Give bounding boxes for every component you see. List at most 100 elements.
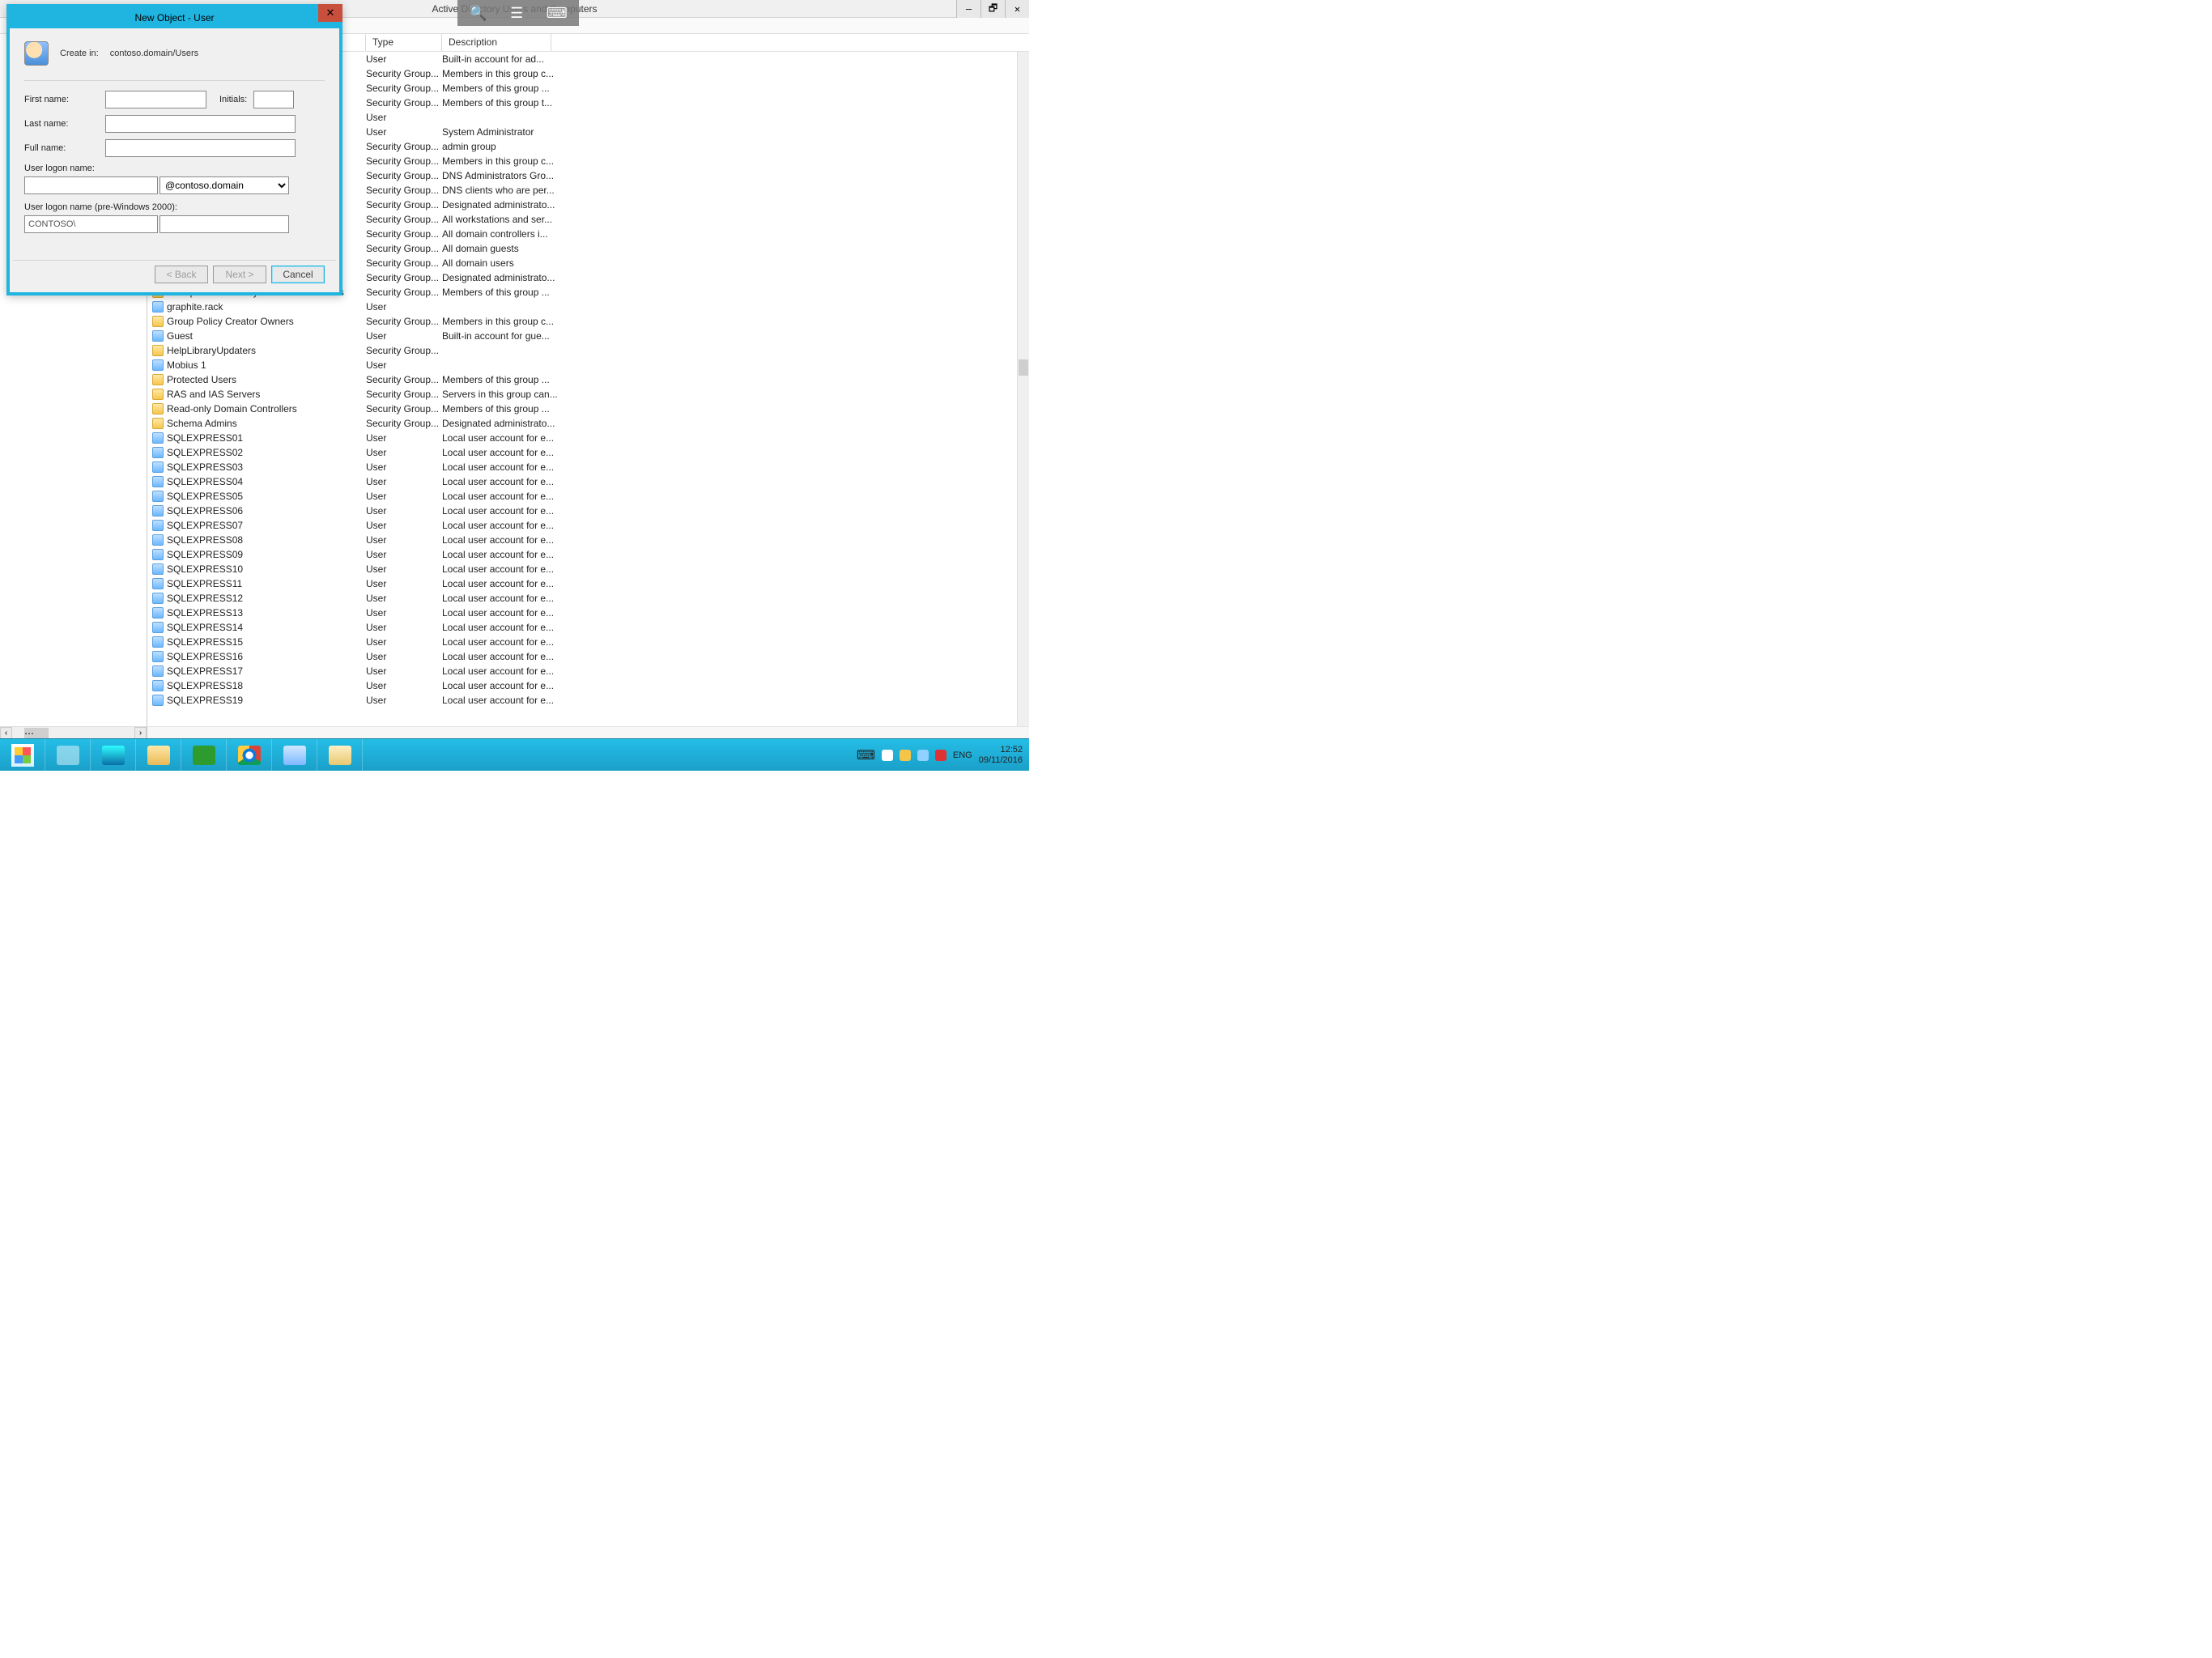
task-notebook[interactable] bbox=[317, 739, 363, 772]
scroll-right-button[interactable]: › bbox=[134, 727, 147, 739]
close-button[interactable]: ✕ bbox=[1005, 0, 1029, 18]
task-server-manager[interactable] bbox=[45, 739, 91, 772]
full-name-input[interactable] bbox=[105, 139, 296, 157]
list-row[interactable]: SQLEXPRESS04UserLocal user account for e… bbox=[147, 474, 1017, 489]
task-powershell[interactable] bbox=[91, 739, 136, 772]
row-type: User bbox=[366, 359, 442, 371]
list-row[interactable]: SQLEXPRESS09UserLocal user account for e… bbox=[147, 547, 1017, 562]
list-row[interactable]: Read-only Domain ControllersSecurity Gro… bbox=[147, 402, 1017, 416]
row-name: SQLEXPRESS10 bbox=[167, 563, 243, 575]
list-row[interactable]: SQLEXPRESS12UserLocal user account for e… bbox=[147, 591, 1017, 606]
server-manager-icon bbox=[57, 746, 79, 765]
initials-input[interactable] bbox=[253, 91, 294, 108]
tree-horizontal-scrollbar[interactable]: ‹ ⋯ › bbox=[0, 726, 147, 738]
row-name: Schema Admins bbox=[167, 418, 237, 429]
list-row[interactable]: SQLEXPRESS02UserLocal user account for e… bbox=[147, 445, 1017, 460]
row-name: Protected Users bbox=[167, 374, 236, 385]
scroll-left-button[interactable]: ‹ bbox=[0, 727, 12, 739]
row-description: All domain controllers i... bbox=[442, 228, 604, 240]
row-description: Local user account for e... bbox=[442, 505, 604, 517]
tray-clock[interactable]: 12:52 09/11/2016 bbox=[979, 745, 1023, 766]
tray-generic-icon-1[interactable] bbox=[882, 750, 893, 761]
logon-name-input[interactable] bbox=[24, 176, 158, 194]
user-icon bbox=[152, 505, 164, 517]
list-row[interactable]: SQLEXPRESS17UserLocal user account for e… bbox=[147, 664, 1017, 678]
scroll-thumb[interactable]: ⋯ bbox=[24, 728, 49, 738]
row-description: Servers in this group can... bbox=[442, 389, 604, 400]
overlay-menu-icon[interactable]: ☰ bbox=[510, 5, 523, 22]
row-description: DNS Administrators Gro... bbox=[442, 170, 604, 181]
list-row[interactable]: SQLEXPRESS14UserLocal user account for e… bbox=[147, 620, 1017, 635]
list-row[interactable]: HelpLibraryUpdatersSecurity Group... bbox=[147, 343, 1017, 358]
row-description: System Administrator bbox=[442, 126, 604, 138]
vertical-scroll-thumb[interactable] bbox=[1019, 359, 1028, 376]
magnify-icon[interactable]: 🔍 bbox=[469, 5, 487, 22]
list-row[interactable]: Group Policy Creator OwnersSecurity Grou… bbox=[147, 314, 1017, 329]
chrome-icon bbox=[238, 746, 261, 765]
list-row[interactable]: SQLEXPRESS07UserLocal user account for e… bbox=[147, 518, 1017, 533]
list-row[interactable]: SQLEXPRESS01UserLocal user account for e… bbox=[147, 431, 1017, 445]
row-name: SQLEXPRESS05 bbox=[167, 491, 243, 502]
user-icon bbox=[152, 563, 164, 575]
cancel-button[interactable]: Cancel bbox=[271, 266, 325, 283]
logon-domain-select[interactable]: @contoso.domain bbox=[160, 176, 289, 194]
initials-label: Initials: bbox=[219, 95, 247, 104]
tray-osk-icon[interactable]: ⌨ bbox=[857, 747, 875, 763]
column-header-type[interactable]: Type bbox=[366, 34, 442, 51]
list-row[interactable]: Protected UsersSecurity Group...Members … bbox=[147, 372, 1017, 387]
user-icon bbox=[152, 359, 164, 371]
back-button[interactable]: < Back bbox=[155, 266, 208, 283]
tray-language[interactable]: ENG bbox=[953, 750, 972, 760]
group-icon bbox=[152, 418, 164, 429]
list-row[interactable]: SQLEXPRESS03UserLocal user account for e… bbox=[147, 460, 1017, 474]
list-row[interactable]: Mobius 1User bbox=[147, 358, 1017, 372]
row-type: Security Group... bbox=[366, 185, 442, 196]
list-row[interactable]: SQLEXPRESS13UserLocal user account for e… bbox=[147, 606, 1017, 620]
next-button[interactable]: Next > bbox=[213, 266, 266, 283]
start-button[interactable] bbox=[0, 739, 45, 772]
row-type: User bbox=[366, 432, 442, 444]
tray-network-icon[interactable] bbox=[917, 750, 929, 761]
list-row[interactable]: RAS and IAS ServersSecurity Group...Serv… bbox=[147, 387, 1017, 402]
row-type: User bbox=[366, 593, 442, 604]
task-chrome[interactable] bbox=[227, 739, 272, 772]
column-header-description[interactable]: Description bbox=[442, 34, 551, 51]
list-row[interactable]: SQLEXPRESS15UserLocal user account for e… bbox=[147, 635, 1017, 649]
last-name-input[interactable] bbox=[105, 115, 296, 133]
last-name-label: Last name: bbox=[24, 119, 105, 129]
list-row[interactable]: GuestUserBuilt-in account for gue... bbox=[147, 329, 1017, 343]
restore-button[interactable]: 🗗 bbox=[981, 0, 1005, 18]
list-row[interactable]: SQLEXPRESS16UserLocal user account for e… bbox=[147, 649, 1017, 664]
list-row[interactable]: SQLEXPRESS08UserLocal user account for e… bbox=[147, 533, 1017, 547]
row-name: SQLEXPRESS18 bbox=[167, 680, 243, 691]
row-type: User bbox=[366, 330, 442, 342]
row-type: Security Group... bbox=[366, 389, 442, 400]
status-strip bbox=[147, 726, 1029, 738]
dialog-titlebar[interactable]: New Object - User ✕ bbox=[10, 7, 339, 28]
onscreen-keyboard-icon[interactable]: ⌨ bbox=[547, 5, 568, 22]
list-row[interactable]: SQLEXPRESS10UserLocal user account for e… bbox=[147, 562, 1017, 576]
row-name: Read-only Domain Controllers bbox=[167, 403, 297, 414]
row-type: Security Group... bbox=[366, 214, 442, 225]
vertical-scrollbar[interactable] bbox=[1017, 52, 1029, 726]
minimize-button[interactable]: — bbox=[956, 0, 981, 18]
list-row[interactable]: Schema AdminsSecurity Group...Designated… bbox=[147, 416, 1017, 431]
list-row[interactable]: SQLEXPRESS11UserLocal user account for e… bbox=[147, 576, 1017, 591]
row-type: Security Group... bbox=[366, 257, 442, 269]
tray-volume-icon[interactable] bbox=[935, 750, 946, 761]
row-description: Local user account for e... bbox=[442, 534, 604, 546]
list-row[interactable]: SQLEXPRESS18UserLocal user account for e… bbox=[147, 678, 1017, 693]
tray-flag-icon[interactable] bbox=[900, 750, 911, 761]
pre-logon-user-input[interactable] bbox=[160, 215, 289, 233]
task-file-explorer[interactable] bbox=[136, 739, 181, 772]
new-user-dialog: New Object - User ✕ Create in: contoso.d… bbox=[6, 4, 342, 295]
list-row[interactable]: graphite.rackUser bbox=[147, 300, 1017, 314]
task-store[interactable] bbox=[181, 739, 227, 772]
dialog-close-button[interactable]: ✕ bbox=[318, 4, 342, 22]
list-row[interactable]: SQLEXPRESS06UserLocal user account for e… bbox=[147, 504, 1017, 518]
first-name-input[interactable] bbox=[105, 91, 206, 108]
list-row[interactable]: SQLEXPRESS05UserLocal user account for e… bbox=[147, 489, 1017, 504]
list-row[interactable]: SQLEXPRESS19UserLocal user account for e… bbox=[147, 693, 1017, 708]
task-aduc[interactable] bbox=[272, 739, 317, 772]
row-name: SQLEXPRESS04 bbox=[167, 476, 243, 487]
